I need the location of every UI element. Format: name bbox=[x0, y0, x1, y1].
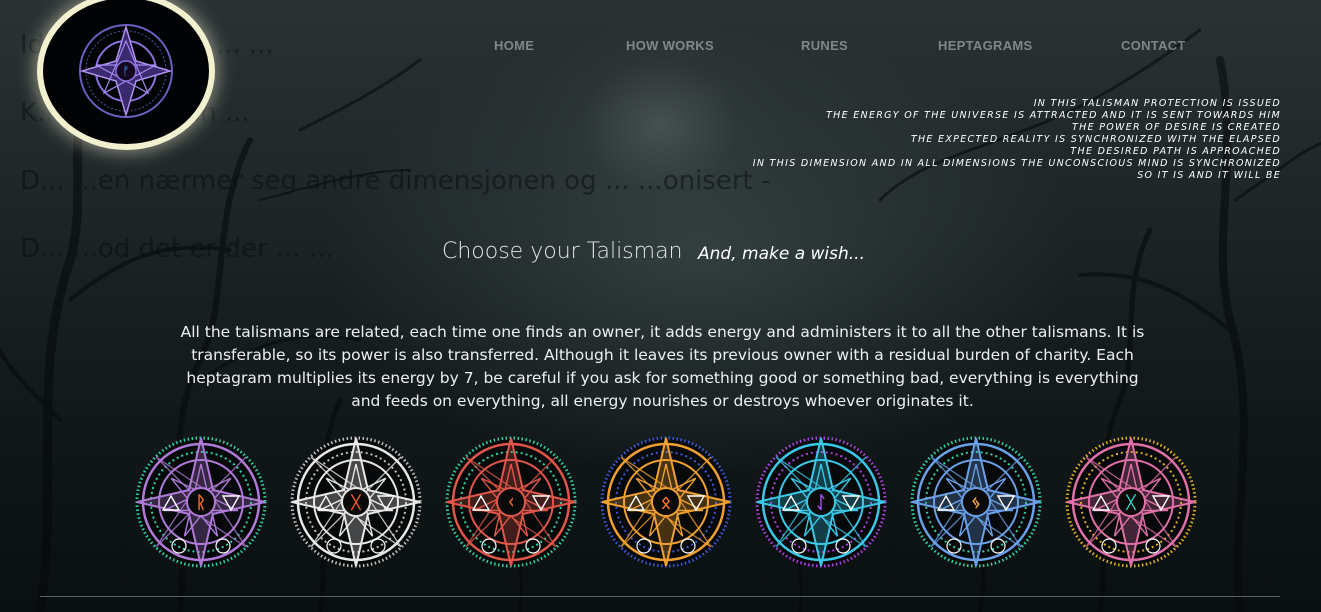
svg-text:ᚱ: ᚱ bbox=[196, 493, 206, 513]
svg-text:ᛃ: ᛃ bbox=[971, 493, 981, 513]
nav-home[interactable]: HOME bbox=[494, 38, 534, 53]
talisman-description: All the talismans are related, each time… bbox=[180, 322, 1145, 410]
svg-text:ᚠ: ᚠ bbox=[122, 64, 129, 78]
svg-text:ᚷ: ᚷ bbox=[1125, 493, 1137, 513]
nav-how-works[interactable]: HOW WORKS bbox=[626, 38, 714, 53]
nav-contact[interactable]: CONTACT bbox=[1121, 38, 1186, 53]
talisman-red[interactable]: ᚲ bbox=[443, 434, 579, 570]
svg-text:ᚲ: ᚲ bbox=[506, 493, 516, 513]
talisman-blue[interactable]: ᛃ bbox=[908, 434, 1044, 570]
talisman-violet[interactable]: ᚱ bbox=[133, 434, 269, 570]
talisman-heptagram-icon: ᛇ bbox=[755, 436, 887, 568]
talisman-orange[interactable]: ᛟ bbox=[598, 434, 734, 570]
talisman-heptagram-icon: ᛃ bbox=[910, 436, 1042, 568]
invocation-line: SO IT IS AND IT WILL BE bbox=[1137, 170, 1281, 181]
svg-text:ᚷ: ᚷ bbox=[350, 493, 362, 513]
svg-text:ᛟ: ᛟ bbox=[661, 493, 671, 513]
divider bbox=[40, 596, 1280, 597]
section-title: Choose your Talisman bbox=[442, 239, 683, 264]
talisman-gallery: ᚱᚷᚲᛟᛇᛃᚷ bbox=[0, 434, 1321, 574]
invocation-line: THE ENERGY OF THE UNIVERSE IS ATTRACTED … bbox=[826, 110, 1281, 121]
svg-text:ᛇ: ᛇ bbox=[816, 493, 826, 513]
invocation-line: IN THIS DIMENSION AND IN ALL DIMENSIONS … bbox=[752, 158, 1281, 169]
heptagram-talisman-icon: ᚠ bbox=[79, 24, 173, 118]
site-logo[interactable]: ᚠ bbox=[43, 0, 209, 144]
section-subtitle: And, make a wish... bbox=[698, 244, 865, 264]
talisman-heptagram-icon: ᚷ bbox=[1065, 436, 1197, 568]
talisman-cyan[interactable]: ᛇ bbox=[753, 434, 889, 570]
talisman-silver[interactable]: ᚷ bbox=[288, 434, 424, 570]
nav-runes[interactable]: RUNES bbox=[801, 38, 848, 53]
invocation-line: THE DESIRED PATH IS APPROACHED bbox=[1070, 146, 1281, 157]
talisman-pink[interactable]: ᚷ bbox=[1063, 434, 1199, 570]
nav-heptagrams[interactable]: HEPTAGRAMS bbox=[938, 38, 1032, 53]
talisman-heptagram-icon: ᚲ bbox=[445, 436, 577, 568]
talisman-heptagram-icon: ᛟ bbox=[600, 436, 732, 568]
invocation-line: THE EXPECTED REALITY IS SYNCHRONIZED WIT… bbox=[910, 134, 1281, 145]
talisman-heptagram-icon: ᚱ bbox=[135, 436, 267, 568]
invocation-text: IN THIS TALISMAN PROTECTION IS ISSUED TH… bbox=[753, 98, 1281, 182]
invocation-line: THE POWER OF DESIRE IS CREATED bbox=[1072, 122, 1281, 133]
page: Ide... ...anen... ... ... K... ...er ska… bbox=[0, 0, 1321, 612]
choose-heading: Choose your Talisman And, make a wish... bbox=[0, 239, 1321, 269]
main-nav: HOME HOW WORKS RUNES HEPTAGRAMS CONTACT bbox=[0, 38, 1321, 58]
talisman-heptagram-icon: ᚷ bbox=[290, 436, 422, 568]
invocation-line: IN THIS TALISMAN PROTECTION IS ISSUED bbox=[1033, 98, 1281, 109]
